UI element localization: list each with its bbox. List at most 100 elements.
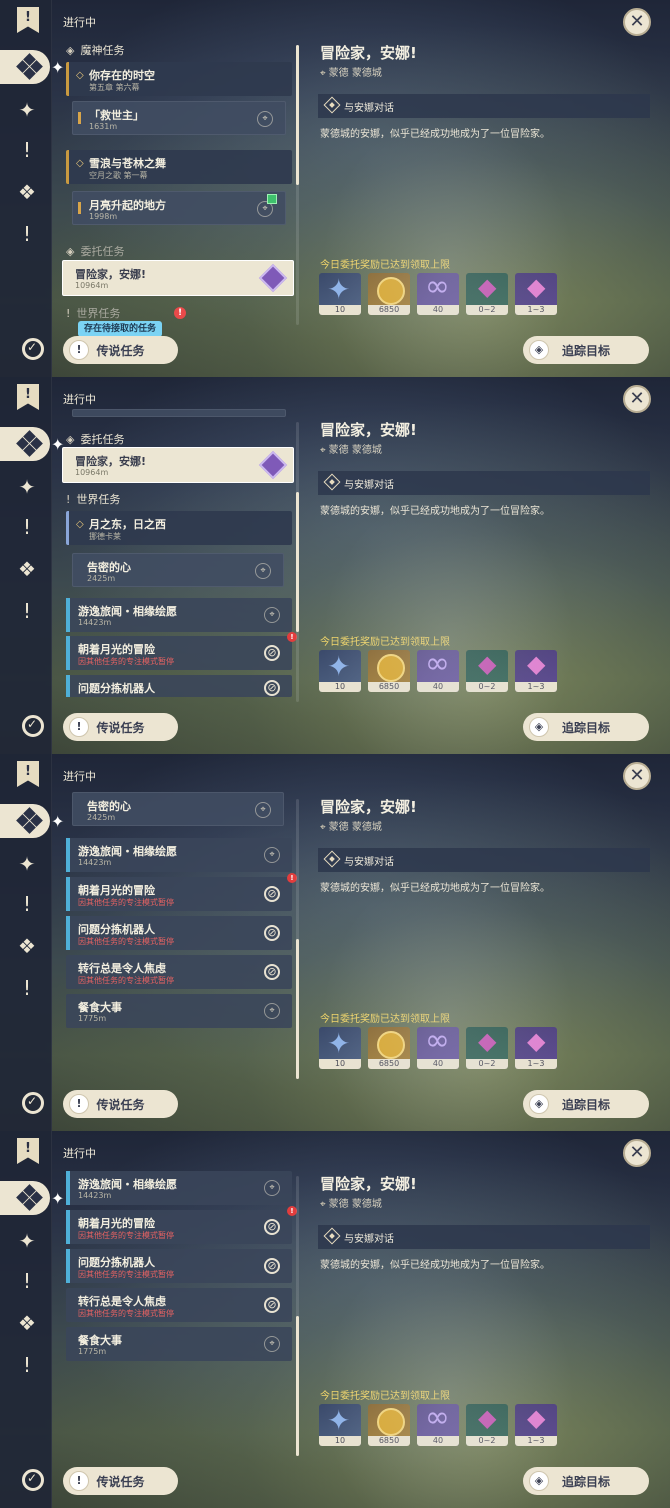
location-pin-icon[interactable]: ⌖ [264, 1336, 280, 1352]
mora-icon[interactable]: 6850 [368, 1404, 410, 1446]
close-button[interactable]: ✕ [623, 1139, 651, 1167]
exclamation-icon[interactable]: ! [17, 224, 37, 244]
quest-log-icon[interactable]: ! [17, 7, 39, 33]
world-quest-icon[interactable]: ✦ [17, 477, 37, 497]
purple-crystal-icon[interactable]: 1~3 [515, 273, 557, 315]
compass-icon[interactable]: ❖ [17, 182, 37, 202]
scrollbar[interactable] [296, 45, 299, 325]
quest-card[interactable]: ◇ 雪浪与苍林之舞 空月之歌 第一幕 [66, 150, 292, 184]
exclamation-icon[interactable]: ! [17, 894, 37, 914]
quest-card-selected[interactable]: 冒险家，安娜! 10964m [62, 447, 294, 483]
quest-card[interactable]: 朝着月光的冒险 因其他任务的专注模式暂停 ⊘! [66, 1206, 297, 1244]
exclamation-icon[interactable]: ! [17, 978, 37, 998]
location-pin-icon[interactable]: ⌖ [264, 847, 280, 863]
mora-icon[interactable]: 6850 [368, 273, 410, 315]
settings-icon[interactable] [22, 1092, 44, 1114]
legend-quest-button[interactable]: ! 传说任务 [63, 1090, 178, 1118]
location-pin-icon[interactable]: ⌖ [257, 111, 273, 127]
scrollbar[interactable] [296, 1176, 299, 1456]
track-button[interactable]: ◈ 追踪目标 [523, 336, 649, 364]
exclamation-icon[interactable]: ! [17, 140, 37, 160]
friendship-exp-icon[interactable]: 40 [417, 650, 459, 692]
quest-card[interactable]: 朝着月光的冒险 因其他任务的专注模式暂停 ⊘! [66, 873, 297, 911]
purple-crystal-icon[interactable]: 1~3 [515, 1404, 557, 1446]
friendship-exp-icon[interactable]: 40 [417, 1404, 459, 1446]
friendship-exp-icon[interactable]: 40 [417, 273, 459, 315]
quest-card[interactable]: 餐食大事 1775m ⌖ [66, 1327, 292, 1361]
quest-card [72, 409, 286, 417]
track-button[interactable]: ◈ 追踪目标 [523, 713, 649, 741]
location-pin-icon[interactable]: ⌖ [264, 607, 280, 623]
reward-limit-text: 今日委托奖励已达到领取上限 [320, 637, 450, 648]
quest-card[interactable]: 游逸旅闻・相缘绘愿 14423m ⌖ [66, 598, 292, 632]
alert-icon: ! [174, 307, 186, 319]
green-crystal-icon[interactable]: 0~2 [466, 273, 508, 315]
track-button[interactable]: ◈ 追踪目标 [523, 1090, 649, 1118]
location-pin-icon[interactable]: ⌖ [255, 563, 271, 579]
exclamation-icon[interactable]: ! [17, 1355, 37, 1375]
rail-tab-commission[interactable] [0, 804, 50, 838]
quest-card[interactable]: 转行总是令人焦虑 因其他任务的专注模式暂停 ⊘ [66, 955, 292, 989]
scrollbar[interactable] [296, 422, 299, 702]
close-button[interactable]: ✕ [623, 8, 651, 36]
adventure-exp-icon[interactable]: 10 [319, 273, 361, 315]
legend-quest-button[interactable]: ! 传说任务 [63, 1467, 178, 1495]
archon-icon: ◈ [66, 43, 75, 57]
quest-card[interactable]: 问题分拣机器人 因其他任务的专注模式暂停 ⊘ [66, 916, 292, 950]
location-pin-icon[interactable]: ⌖ [264, 1180, 280, 1196]
compass-icon[interactable]: ❖ [17, 559, 37, 579]
settings-icon[interactable] [22, 715, 44, 737]
settings-icon[interactable] [22, 1469, 44, 1491]
legend-quest-button[interactable]: ! 传说任务 [63, 713, 178, 741]
location-pin-icon[interactable]: ⌖ [264, 1003, 280, 1019]
quest-log-icon[interactable]: ! [17, 1138, 39, 1164]
quest-card[interactable]: 朝着月光的冒险 因其他任务的专注模式暂停 ⊘! [66, 632, 297, 670]
quest-card[interactable]: 游逸旅闻・相缘绘愿 14423m ⌖ [66, 838, 292, 872]
purple-crystal-icon[interactable]: 1~3 [515, 1027, 557, 1069]
quest-card[interactable]: 月亮升起的地方 1998m ⌖ [72, 191, 286, 225]
purple-crystal-icon[interactable]: 1~3 [515, 650, 557, 692]
mora-icon[interactable]: 6850 [368, 650, 410, 692]
scrollbar[interactable] [296, 799, 299, 1079]
compass-icon[interactable]: ❖ [17, 936, 37, 956]
quest-card[interactable]: 告密的心 2425m ⌖ [72, 792, 284, 826]
quest-card[interactable]: 餐食大事 1775m ⌖ [66, 994, 292, 1028]
location-pin-icon[interactable]: ⌖ [255, 802, 271, 818]
green-crystal-icon[interactable]: 0~2 [466, 1404, 508, 1446]
quest-log-icon[interactable]: ! [17, 761, 39, 787]
close-button[interactable]: ✕ [623, 385, 651, 413]
world-quest-icon[interactable]: ✦ [17, 854, 37, 874]
rail-tab-commission[interactable] [0, 50, 50, 84]
quest-card[interactable]: 问题分拣机器人 ⊘ [66, 675, 292, 697]
green-crystal-icon[interactable]: 0~2 [466, 650, 508, 692]
legend-quest-button[interactable]: ! 传说任务 [63, 336, 178, 364]
adventure-exp-icon[interactable]: 10 [319, 650, 361, 692]
quest-card[interactable]: ◇ 你存在的时空 第五章 第六幕 [66, 62, 292, 96]
adventure-exp-icon[interactable]: 10 [319, 1027, 361, 1069]
exclamation-icon[interactable]: ! [17, 517, 37, 537]
green-crystal-icon[interactable]: 0~2 [466, 1027, 508, 1069]
quest-log-icon[interactable]: ! [17, 384, 39, 410]
quest-screen-2: ! ✦ ! ❖ ! ✦ 进行中 ✕ ◈委托任务 冒险家，安娜!10964m !世… [0, 377, 670, 754]
world-quest-icon[interactable]: ✦ [17, 100, 37, 120]
quest-card[interactable]: 「救世主」 1631m ⌖ [72, 101, 286, 135]
quest-card[interactable]: 游逸旅闻・相缘绘愿 14423m ⌖ [66, 1171, 292, 1205]
compass-icon[interactable]: ❖ [17, 1313, 37, 1333]
commission-icon [258, 450, 288, 480]
quest-card[interactable]: 转行总是令人焦虑 因其他任务的专注模式暂停 ⊘ [66, 1288, 292, 1322]
quest-card[interactable]: ◇ 月之东，日之西 挪德卡莱 [66, 511, 292, 545]
quest-card-selected[interactable]: 冒险家，安娜! 10964m [62, 260, 294, 296]
world-quest-icon[interactable]: ✦ [17, 1231, 37, 1251]
track-button[interactable]: ◈ 追踪目标 [523, 1467, 649, 1495]
settings-icon[interactable] [22, 338, 44, 360]
quest-card[interactable]: 告密的心 2425m ⌖ [72, 553, 284, 587]
adventure-exp-icon[interactable]: 10 [319, 1404, 361, 1446]
mora-icon[interactable]: 6850 [368, 1027, 410, 1069]
rail-tab-commission[interactable] [0, 427, 50, 461]
exclamation-icon[interactable]: ! [17, 601, 37, 621]
friendship-exp-icon[interactable]: 40 [417, 1027, 459, 1069]
close-button[interactable]: ✕ [623, 762, 651, 790]
rail-tab-commission[interactable] [0, 1181, 50, 1215]
quest-card[interactable]: 问题分拣机器人 因其他任务的专注模式暂停 ⊘ [66, 1249, 292, 1283]
exclamation-icon[interactable]: ! [17, 1271, 37, 1291]
